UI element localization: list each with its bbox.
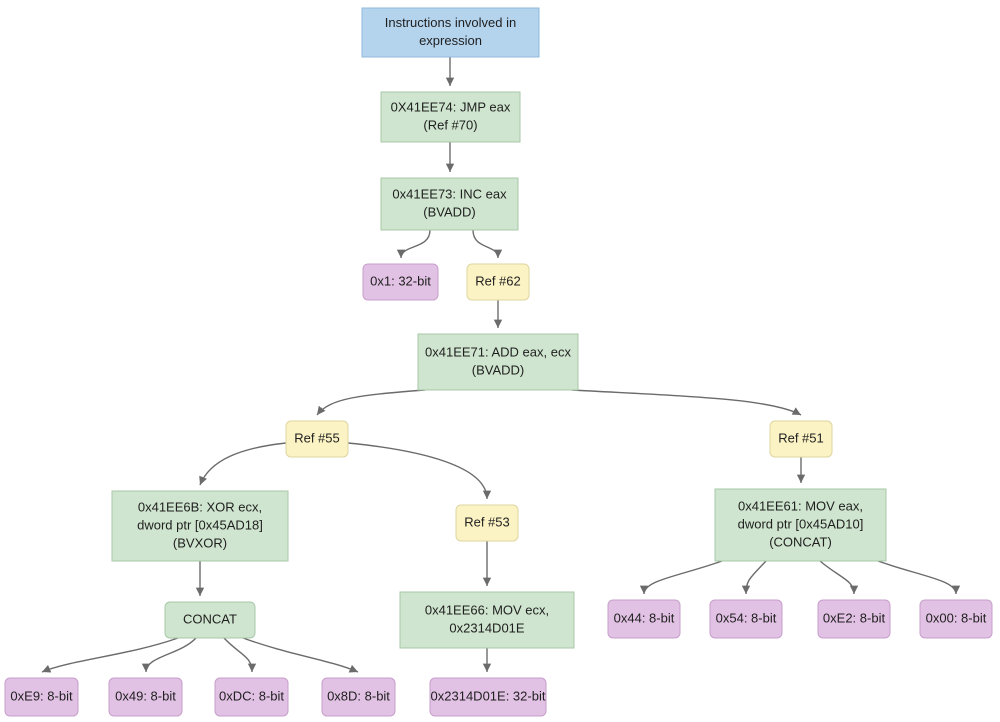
node-label-n_header: expression xyxy=(419,33,482,48)
node-label-n_add: (BVADD) xyxy=(472,362,524,377)
node-label-n_r51: Ref #51 xyxy=(778,430,824,445)
node-label-n_v1: 0x1: 32-bit xyxy=(370,273,431,288)
node-label-n_xor: (BVXOR) xyxy=(173,535,227,550)
node-label-n_jmp: 0X41EE74: JMP eax xyxy=(391,99,511,114)
node-n_bE9[interactable]: 0xE9: 8-bit xyxy=(4,677,79,717)
node-n_b44[interactable]: 0x44: 8-bit xyxy=(607,599,681,639)
node-label-n_movecx: 0x2314D01E xyxy=(449,620,524,635)
node-n_v1[interactable]: 0x1: 32-bit xyxy=(362,263,439,301)
node-label-n_xor: 0x41EE6B: XOR ecx, xyxy=(138,499,262,514)
node-n_r53[interactable]: Ref #53 xyxy=(455,504,519,542)
edge-n_concat-to-n_b49 xyxy=(141,637,197,673)
node-n_r51[interactable]: Ref #51 xyxy=(769,420,833,458)
edge-n_concat-to-n_b8D xyxy=(242,637,359,673)
node-label-n_v32: 0x2314D01E: 32-bit xyxy=(431,688,546,703)
edge-n_r55-to-n_r53 xyxy=(347,442,492,500)
edge-n_concat-to-n_bDC xyxy=(223,637,257,673)
node-label-n_r62: Ref #62 xyxy=(475,273,521,288)
node-label-n_b54: 0x54: 8-bit xyxy=(716,610,777,625)
node-n_b54[interactable]: 0x54: 8-bit xyxy=(709,599,783,639)
node-label-n_r53: Ref #53 xyxy=(464,514,510,529)
node-label-n_bDC: 0xDC: 8-bit xyxy=(219,688,284,703)
node-label-n_b00: 0x00: 8-bit xyxy=(926,610,987,625)
node-n_bDC[interactable]: 0xDC: 8-bit xyxy=(214,677,289,717)
node-n_inc[interactable]: 0x41EE73: INC eax (BVADD) xyxy=(380,177,519,231)
nodes-layer: Instructions involved in expression 0X41EE… xyxy=(4,7,993,717)
edge-n_moveax-to-n_b00 xyxy=(877,560,961,595)
edge-n_concat-to-n_bE9 xyxy=(41,637,179,673)
node-label-n_jmp: (Ref #70) xyxy=(423,117,477,132)
node-n_b00[interactable]: 0x00: 8-bit xyxy=(919,599,993,639)
node-n_xor[interactable]: 0x41EE6B: XOR ecx, dword ptr [0x45AD18] (B… xyxy=(111,490,289,562)
edge-n_moveax-to-n_b44 xyxy=(639,560,723,595)
node-label-n_b8D: 0x8D: 8-bit xyxy=(327,688,390,703)
edge-n_r55-to-n_xor xyxy=(199,442,287,486)
node-n_moveax[interactable]: 0x41EE61: MOV eax, dword ptr [0x45AD10] (C… xyxy=(714,488,887,562)
edge-n_inc-to-n_r62 xyxy=(472,229,503,259)
node-label-n_concat: CONCAT xyxy=(183,611,237,626)
node-label-n_add: 0x41EE71: ADD eax, ecx xyxy=(425,344,571,359)
node-label-n_inc: (BVADD) xyxy=(423,204,475,219)
node-n_bE2[interactable]: 0xE2: 8-bit xyxy=(817,599,891,639)
node-label-n_b49: 0x49: 8-bit xyxy=(115,688,176,703)
node-label-n_inc: 0x41EE73: INC eax xyxy=(392,186,507,201)
node-label-n_moveax: (CONCAT) xyxy=(769,534,832,549)
node-label-n_b44: 0x44: 8-bit xyxy=(614,610,675,625)
edge-n_moveax-to-n_bE2 xyxy=(819,560,859,595)
node-label-n_r55: Ref #55 xyxy=(294,430,340,445)
node-label-n_moveax: 0x41EE61: MOV eax, xyxy=(738,498,863,513)
node-n_v32[interactable]: 0x2314D01E: 32-bit xyxy=(429,677,547,717)
expression-tree-diagram: Instructions involved in expression 0X41EE… xyxy=(0,0,1000,722)
node-n_movecx[interactable]: 0x41EE66: MOV ecx, 0x2314D01E xyxy=(399,591,575,649)
node-n_header[interactable]: Instructions involved in expression xyxy=(361,7,540,58)
node-label-n_bE2: 0xE2: 8-bit xyxy=(823,610,886,625)
edge-n_add-to-n_r51 xyxy=(571,389,802,416)
node-n_b8D[interactable]: 0x8D: 8-bit xyxy=(321,677,396,717)
node-label-n_header: Instructions involved in xyxy=(385,15,517,30)
node-n_add[interactable]: 0x41EE71: ADD eax, ecx (BVADD) xyxy=(417,333,579,391)
edge-n_inc-to-n_v1 xyxy=(396,229,431,259)
node-n_jmp[interactable]: 0X41EE74: JMP eax (Ref #70) xyxy=(380,91,521,143)
edge-n_add-to-n_r55 xyxy=(316,389,426,416)
node-n_concat[interactable]: CONCAT xyxy=(164,601,256,639)
node-n_r55[interactable]: Ref #55 xyxy=(285,420,349,458)
node-n_b49[interactable]: 0x49: 8-bit xyxy=(108,677,183,717)
node-n_r62[interactable]: Ref #62 xyxy=(466,263,530,301)
diagram-canvas: Instructions involved in expression 0X41EE… xyxy=(4,7,993,717)
node-label-n_movecx: 0x41EE66: MOV ecx, xyxy=(425,602,549,617)
edge-n_moveax-to-n_b54 xyxy=(741,560,767,595)
node-label-n_bE9: 0xE9: 8-bit xyxy=(10,688,73,703)
node-label-n_xor: dword ptr [0x45AD18] xyxy=(137,517,263,532)
node-label-n_moveax: dword ptr [0x45AD10] xyxy=(738,516,864,531)
